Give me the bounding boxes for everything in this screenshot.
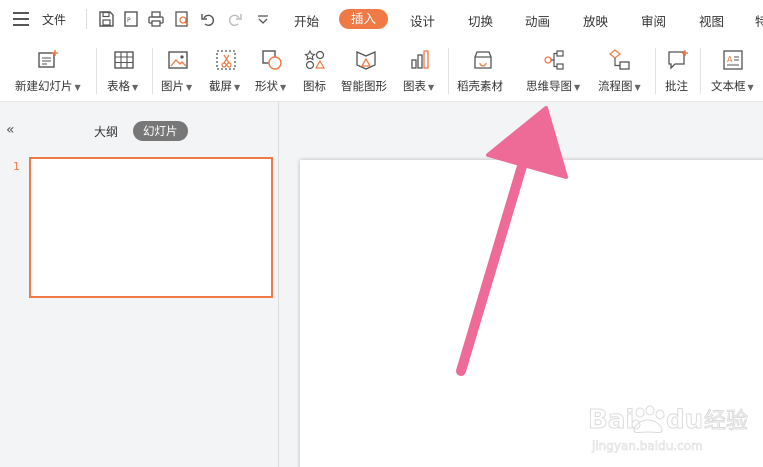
tab-slideshow[interactable]: 放映: [583, 11, 608, 30]
flowchart-icon: [609, 49, 630, 70]
table-icon: [114, 51, 134, 69]
comment-button[interactable]: 批注: [662, 46, 694, 98]
chart-button[interactable]: 图表 ▼: [402, 46, 442, 98]
table-button[interactable]: 表格 ▼: [104, 46, 144, 98]
dropdown-arrow-icon: ▼: [280, 83, 287, 92]
screenshot-icon: [216, 50, 236, 70]
textbox-label: 文本框: [711, 79, 746, 93]
svg-text:A: A: [727, 55, 733, 64]
export-pdf-icon[interactable]: P: [122, 10, 140, 28]
slide-thumbnail[interactable]: [29, 157, 273, 298]
dropdown-arrow-icon: ▼: [574, 83, 581, 92]
smartart-label: 智能图形: [341, 79, 387, 93]
dropdown-arrow-icon: ▼: [428, 83, 435, 92]
tab-design[interactable]: 设计: [410, 11, 435, 30]
flowchart-label: 流程图: [598, 79, 633, 93]
material-button[interactable]: 稻壳素材: [456, 46, 510, 98]
ribbon-separator: [700, 48, 701, 94]
picture-button[interactable]: 图片 ▼: [158, 46, 198, 98]
table-label: 表格: [107, 79, 130, 93]
save-icon[interactable]: [97, 10, 115, 28]
menu-icon[interactable]: [13, 12, 29, 26]
shape-label: 形状: [255, 79, 278, 93]
dropdown-arrow-icon: ▼: [747, 83, 754, 92]
flowchart-button[interactable]: 流程图 ▼: [596, 46, 648, 98]
ribbon-insert: 新建幻灯片 ▼ 表格 ▼ 图片 ▼ 截屏 ▼ 形状 ▼ 图标 智能图形 图表 ▼ 稻壳素材 …: [0, 40, 763, 102]
ribbon-separator: [96, 48, 97, 94]
mindmap-icon: [544, 50, 564, 70]
icons-icon: [304, 49, 326, 70]
dropdown-arrow-icon: ▼: [186, 83, 193, 92]
ribbon-separator: [152, 48, 153, 94]
dropdown-arrow-icon: ▼: [132, 83, 139, 92]
smartart-icon: [356, 50, 376, 70]
redo-icon[interactable]: [226, 10, 244, 28]
chart-label: 图表: [403, 79, 426, 93]
tab-review[interactable]: 审阅: [641, 11, 666, 30]
material-label: 稻壳素材: [457, 79, 503, 93]
tab-transitions[interactable]: 切换: [468, 11, 493, 30]
tab-animations[interactable]: 动画: [525, 11, 550, 30]
mindmap-label: 思维导图: [526, 79, 572, 93]
shape-icon: [262, 50, 282, 70]
dropdown-arrow-icon: ▼: [74, 83, 81, 92]
icons-button[interactable]: 图标: [300, 46, 330, 98]
baidu-watermark: Bai du 经验 jingyan.baidu.com: [588, 405, 749, 454]
customize-quick-access-icon[interactable]: [254, 10, 272, 28]
menu-bar: 文件 P 开始 插入 设计 切换 动画 放映 审阅 视图 特: [0, 0, 763, 40]
tab-outline[interactable]: 大纲: [94, 123, 118, 140]
picture-icon: [168, 51, 188, 69]
picture-label: 图片: [161, 79, 184, 93]
slide-number: 1: [13, 160, 20, 173]
slide-panel: « 大纲 幻灯片 1: [0, 102, 279, 467]
ribbon-separator: [655, 48, 656, 94]
mindmap-button[interactable]: 思维导图 ▼: [524, 46, 588, 98]
tab-special[interactable]: 特: [755, 11, 763, 30]
quick-access-separator: [86, 9, 87, 29]
new-slide-label: 新建幻灯片: [15, 79, 73, 93]
new-slide-button[interactable]: 新建幻灯片 ▼: [12, 46, 88, 98]
tab-view[interactable]: 视图: [699, 11, 724, 30]
textbox-button[interactable]: A 文本框 ▼: [708, 46, 760, 98]
screenshot-label: 截屏: [209, 79, 232, 93]
collapse-panel-icon[interactable]: «: [6, 122, 15, 138]
tab-home[interactable]: 开始: [294, 11, 319, 30]
svg-text:jingyan.baidu.com: jingyan.baidu.com: [591, 439, 703, 453]
icons-label: 图标: [303, 79, 326, 93]
undo-icon[interactable]: [199, 10, 217, 28]
svg-text:du: du: [666, 405, 703, 435]
tab-slides[interactable]: 幻灯片: [133, 121, 188, 141]
dropdown-arrow-icon: ▼: [234, 83, 241, 92]
print-preview-icon[interactable]: [173, 10, 191, 28]
comment-icon: [668, 50, 688, 70]
file-menu[interactable]: 文件: [42, 11, 66, 28]
material-icon: [474, 51, 492, 69]
comment-label: 批注: [665, 79, 688, 93]
screenshot-button[interactable]: 截屏 ▼: [206, 46, 246, 98]
print-icon[interactable]: [147, 10, 165, 28]
dropdown-arrow-icon: ▼: [634, 83, 641, 92]
chart-icon: [411, 50, 429, 69]
new-slide-icon: [38, 50, 58, 68]
tab-insert[interactable]: 插入: [339, 9, 389, 29]
svg-text:P: P: [127, 17, 131, 24]
shape-button[interactable]: 形状 ▼: [252, 46, 292, 98]
svg-text:经验: 经验: [704, 409, 748, 434]
svg-text:Bai: Bai: [588, 405, 634, 435]
textbox-icon: A: [723, 50, 743, 70]
smartart-button[interactable]: 智能图形: [340, 46, 394, 98]
ribbon-separator: [448, 48, 449, 94]
